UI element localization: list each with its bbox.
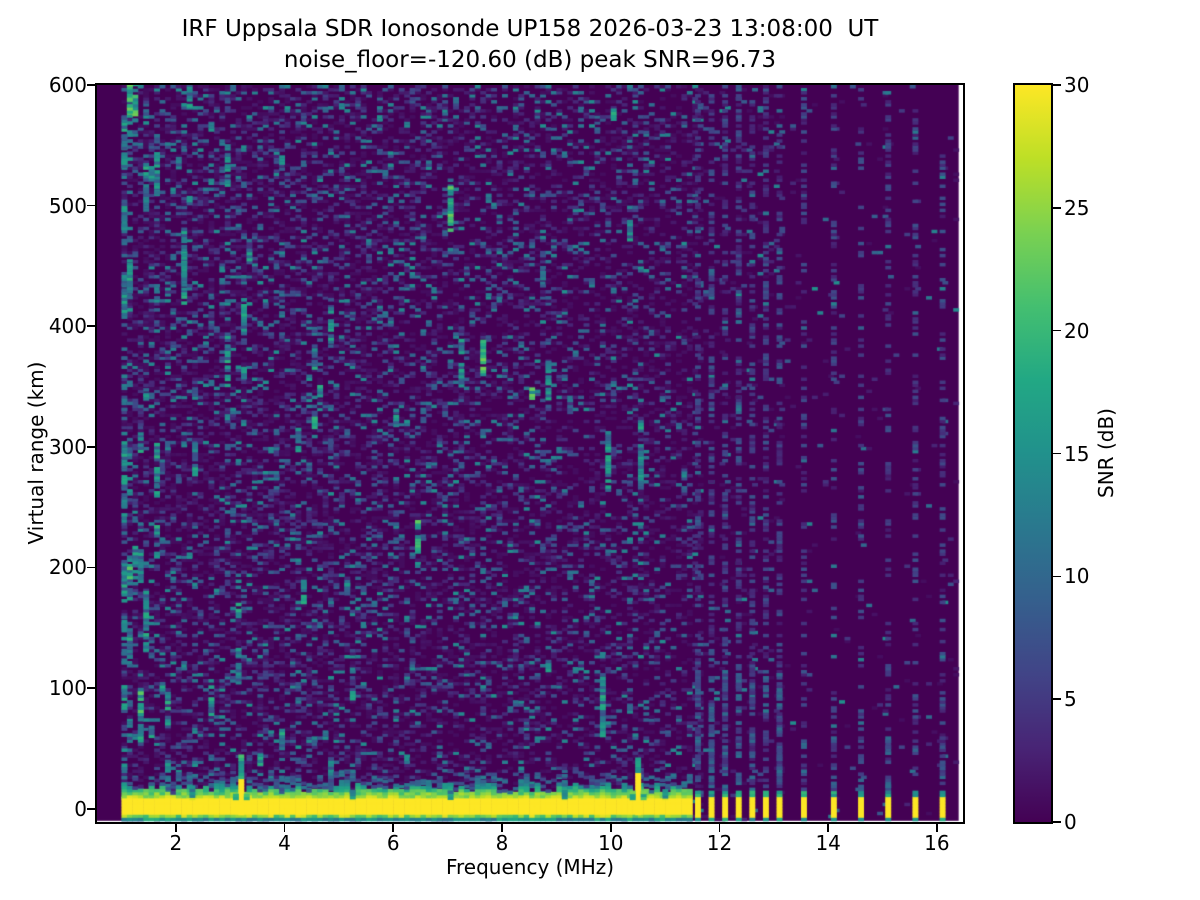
colorbar-tick (1053, 821, 1061, 823)
y-tick (87, 808, 95, 810)
colorbar-tick-label: 15 (1064, 442, 1124, 466)
y-tick-label: 200 (27, 555, 87, 579)
y-tick-label: 0 (27, 797, 87, 821)
y-tick-label: 500 (27, 194, 87, 218)
chart-title-line2: noise_floor=-120.60 (dB) peak SNR=96.73 (97, 45, 963, 76)
colorbar-tick (1053, 698, 1061, 700)
y-tick (87, 567, 95, 569)
x-tick-label: 2 (146, 831, 206, 855)
x-tick-label: 4 (255, 831, 315, 855)
x-axis-label: Frequency (MHz) (330, 855, 730, 879)
colorbar-tick-label: 0 (1064, 810, 1124, 834)
colorbar-tick-label: 5 (1064, 687, 1124, 711)
x-tick-label: 10 (581, 831, 641, 855)
x-tick-label: 6 (363, 831, 423, 855)
colorbar-tick (1053, 453, 1061, 455)
colorbar-tick (1053, 330, 1061, 332)
y-tick (87, 687, 95, 689)
colorbar-tick-label: 25 (1064, 196, 1124, 220)
chart-title-line1: IRF Uppsala SDR Ionosonde UP158 2026-03-… (97, 14, 963, 45)
y-tick-label: 100 (27, 676, 87, 700)
x-tick-label: 8 (472, 831, 532, 855)
y-tick-label: 400 (27, 314, 87, 338)
colorbar-tick (1053, 84, 1061, 86)
chart-title: IRF Uppsala SDR Ionosonde UP158 2026-03-… (97, 14, 963, 76)
y-tick-label: 600 (27, 73, 87, 97)
y-tick-label: 300 (27, 435, 87, 459)
colorbar-tick (1053, 207, 1061, 209)
colorbar (1013, 83, 1053, 824)
colorbar-tick (1053, 576, 1061, 578)
x-tick-label: 14 (798, 831, 858, 855)
colorbar-tick-label: 30 (1064, 73, 1124, 97)
colorbar-gradient (1015, 85, 1051, 822)
colorbar-tick-label: 20 (1064, 319, 1124, 343)
y-tick (87, 84, 95, 86)
colorbar-tick-label: 10 (1064, 564, 1124, 588)
ionogram-figure: IRF Uppsala SDR Ionosonde UP158 2026-03-… (0, 0, 1200, 900)
y-tick (87, 446, 95, 448)
y-tick (87, 205, 95, 207)
y-tick (87, 325, 95, 327)
ionogram-heatmap (97, 85, 963, 822)
x-tick-label: 16 (907, 831, 967, 855)
x-tick-label: 12 (689, 831, 749, 855)
